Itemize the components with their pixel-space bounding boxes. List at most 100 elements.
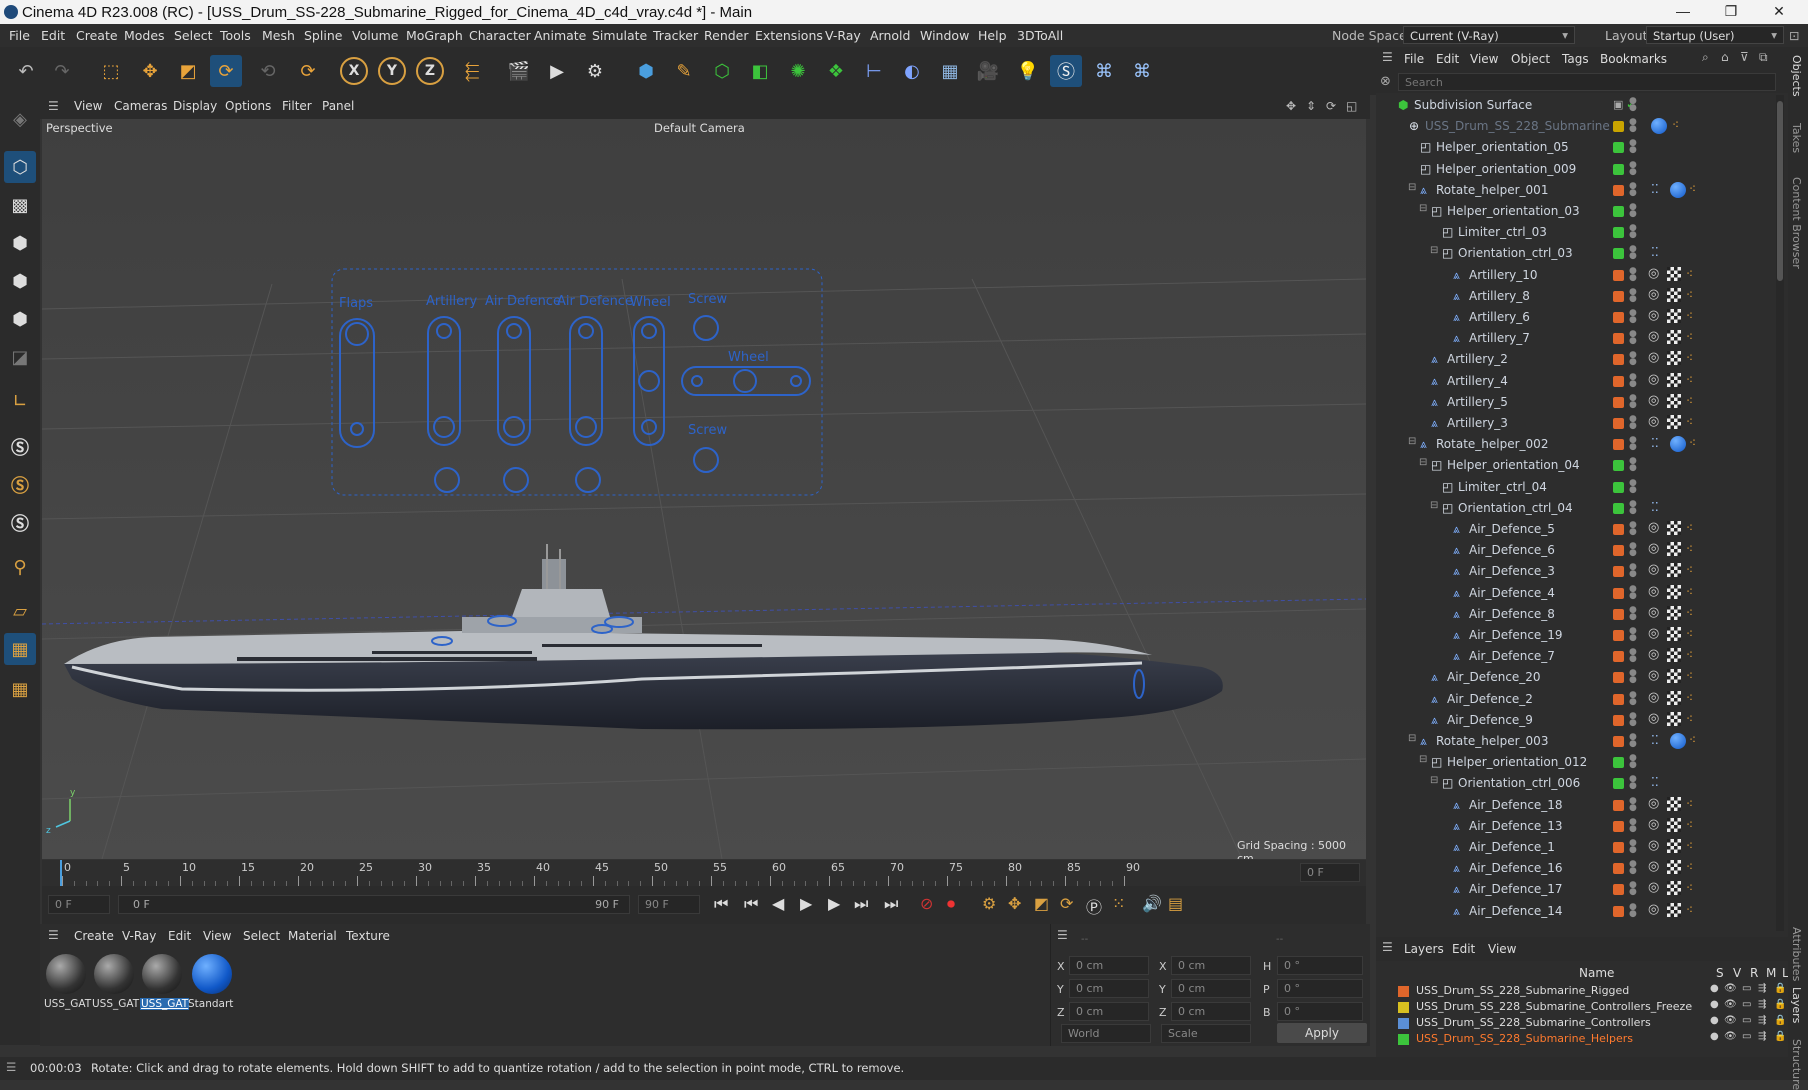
selection-tag-icon[interactable]: ⁖: [1686, 691, 1693, 705]
texture-tag-icon[interactable]: [1667, 415, 1681, 429]
material-swatch[interactable]: USS_GAT: [92, 954, 139, 1016]
material-swatch[interactable]: USS_GAT: [44, 954, 91, 1016]
position-key-icon[interactable]: ✥: [1008, 894, 1021, 913]
selection-tag-icon[interactable]: ⁖: [1686, 309, 1693, 323]
texture-tag-icon[interactable]: [1667, 902, 1681, 917]
menu-3dtoall[interactable]: 3DToAll: [1017, 28, 1063, 43]
axis-mode-icon[interactable]: ∟: [4, 385, 36, 417]
layer-color-swatch[interactable]: [1613, 269, 1624, 281]
layout-lock-icon[interactable]: ⊡: [1789, 28, 1799, 43]
move-tool-icon[interactable]: ✥: [134, 55, 166, 87]
visibility-dots-icon[interactable]: ● ●: [1629, 605, 1637, 621]
material-menu-create[interactable]: Create: [74, 929, 114, 943]
layer-color-swatch[interactable]: [1613, 418, 1624, 429]
frame-range-slider[interactable]: 0 F 90 F: [118, 895, 630, 914]
visibility-dots-icon[interactable]: ● ●: [1629, 499, 1637, 515]
pen-spline-icon[interactable]: ✎: [668, 55, 700, 87]
vray-icon[interactable]: Ⓢ: [1050, 55, 1082, 87]
object-row[interactable]: ◰ Limiter_ctrl_03 ● ●: [1376, 222, 1776, 243]
object-search-input[interactable]: [1398, 73, 1776, 91]
menu-help[interactable]: Help: [978, 28, 1007, 43]
render-settings-icon[interactable]: ⚙: [579, 55, 611, 87]
visibility-dots-icon[interactable]: ● ●: [1629, 330, 1637, 346]
visibility-dots-icon[interactable]: ● ●: [1629, 860, 1637, 876]
visibility-dots-icon[interactable]: ● ●: [1629, 711, 1637, 727]
visibility-dots-icon[interactable]: ● ●: [1629, 817, 1637, 833]
layer-color-swatch[interactable]: [1613, 608, 1624, 620]
visibility-dots-icon[interactable]: ● ●: [1629, 351, 1637, 367]
layer-color-swatch[interactable]: [1613, 905, 1624, 917]
hamburger-icon[interactable]: ☰: [48, 928, 59, 942]
layer-name[interactable]: USS_Drum_SS_228_Submarine_Helpers: [1416, 1032, 1633, 1045]
visibility-dots-icon[interactable]: ● ●: [1629, 245, 1637, 261]
layer-color-swatch[interactable]: [1613, 630, 1624, 641]
magnet-tool-icon[interactable]: ⚲: [4, 551, 36, 583]
protection-tag-icon[interactable]: ◎: [1648, 711, 1659, 726]
protection-tag-icon[interactable]: ◎: [1648, 605, 1659, 620]
protection-tag-icon[interactable]: ◎: [1648, 647, 1659, 662]
planar-workplane-icon[interactable]: ▦: [4, 673, 36, 705]
layer-visible-icon[interactable]: 👁: [1724, 999, 1737, 1010]
constraint-tag-icon[interactable]: ⁚⁚: [1651, 245, 1659, 259]
python-icon[interactable]: ⌘: [1088, 55, 1120, 87]
protection-tag-icon[interactable]: ◎: [1648, 562, 1659, 577]
viewport-menu-view[interactable]: View: [74, 99, 102, 113]
object-row[interactable]: ⩓ ⊟ Rotate_helper_001 ● ● ⁚⁚ ⁖: [1376, 180, 1776, 201]
selection-tag-icon[interactable]: ⁖: [1686, 839, 1693, 853]
visibility-dots-icon[interactable]: ● ●: [1629, 266, 1637, 282]
protection-tag-icon[interactable]: ◎: [1648, 690, 1659, 705]
material-tag-icon[interactable]: [1670, 436, 1686, 453]
layer-name[interactable]: USS_Drum_SS_228_Submarine_Rigged: [1416, 984, 1629, 997]
layers-menu-layers[interactable]: Layers: [1404, 942, 1444, 956]
previous-key-icon[interactable]: ⏮: [744, 894, 758, 914]
layer-manager-icon[interactable]: ⇶: [1758, 1015, 1766, 1026]
material-menu-view[interactable]: View: [203, 929, 231, 943]
material-menu-select[interactable]: Select: [243, 929, 280, 943]
layer-color-swatch[interactable]: [1613, 354, 1624, 366]
protection-tag-icon[interactable]: ◎: [1648, 350, 1659, 365]
object-row[interactable]: ⩓ Air_Defence_8 ● ● ◎ ⁖: [1376, 604, 1776, 625]
coord-position-x[interactable]: 0 cm: [1069, 956, 1149, 975]
coord-position-z[interactable]: 0 cm: [1069, 1002, 1149, 1021]
home-icon[interactable]: ⌂: [1721, 50, 1729, 64]
apply-button[interactable]: Apply: [1277, 1023, 1367, 1043]
layer-color-swatch[interactable]: [1613, 884, 1624, 896]
selection-tag-icon[interactable]: ⁖: [1689, 182, 1696, 196]
protection-tag-icon[interactable]: ◎: [1648, 584, 1659, 599]
menu-file[interactable]: File: [9, 28, 30, 43]
layers-menu-edit[interactable]: Edit: [1452, 942, 1475, 956]
protection-tag-icon[interactable]: ◎: [1648, 393, 1659, 408]
motion-clip-icon[interactable]: 🔊: [1142, 894, 1162, 913]
layer-header-solo[interactable]: S: [1716, 966, 1724, 980]
viewport-zoom-icon[interactable]: ⇕: [1306, 99, 1316, 113]
layer-color-swatch[interactable]: [1613, 842, 1624, 853]
object-row[interactable]: ⩓ Air_Defence_19 ● ● ◎ ⁖: [1376, 625, 1776, 646]
texture-tag-icon[interactable]: [1667, 605, 1681, 620]
coord-size-z[interactable]: 0 cm: [1171, 1002, 1251, 1021]
visibility-dots-icon[interactable]: ● ●: [1629, 669, 1637, 685]
scale-tool-icon[interactable]: ◩: [172, 55, 204, 87]
menu-arnold[interactable]: Arnold: [870, 28, 910, 43]
timeline-window-icon[interactable]: ▤: [1168, 894, 1183, 913]
world-axis-icon[interactable]: ⟳: [292, 55, 324, 87]
layer-color-swatch[interactable]: [1613, 714, 1624, 726]
protection-tag-icon[interactable]: ◎: [1648, 838, 1659, 853]
selection-tag-icon[interactable]: ⁖: [1686, 818, 1693, 832]
protection-tag-icon[interactable]: ◎: [1648, 859, 1659, 874]
hamburger-icon[interactable]: ☰: [1057, 928, 1068, 942]
layer-lock-icon[interactable]: 🔒: [1774, 1015, 1786, 1026]
mograph-cloner-icon[interactable]: ✺: [782, 55, 814, 87]
layer-name[interactable]: USS_Drum_SS_228_Submarine_Controllers_Fr…: [1416, 1000, 1692, 1013]
protection-tag-icon[interactable]: ◎: [1648, 541, 1659, 556]
layer-color-swatch[interactable]: [1613, 312, 1624, 323]
ik-tag-icon[interactable]: ⁚⁚: [1651, 733, 1659, 747]
hamburger-icon[interactable]: ☰: [1382, 50, 1393, 64]
locked-workplane-icon[interactable]: ▦: [4, 633, 36, 665]
coord-size-y[interactable]: 0 cm: [1171, 979, 1251, 998]
redo-icon[interactable]: ↷: [46, 55, 78, 87]
end-frame-field[interactable]: 90 F: [638, 895, 700, 914]
object-row[interactable]: ⩓ Artillery_7 ● ● ◎ ⁖: [1376, 328, 1776, 349]
expand-collapse-icon[interactable]: ⊟: [1419, 203, 1427, 214]
layer-color-swatch[interactable]: [1613, 587, 1624, 599]
visibility-dots-icon[interactable]: ● ●: [1629, 584, 1637, 600]
